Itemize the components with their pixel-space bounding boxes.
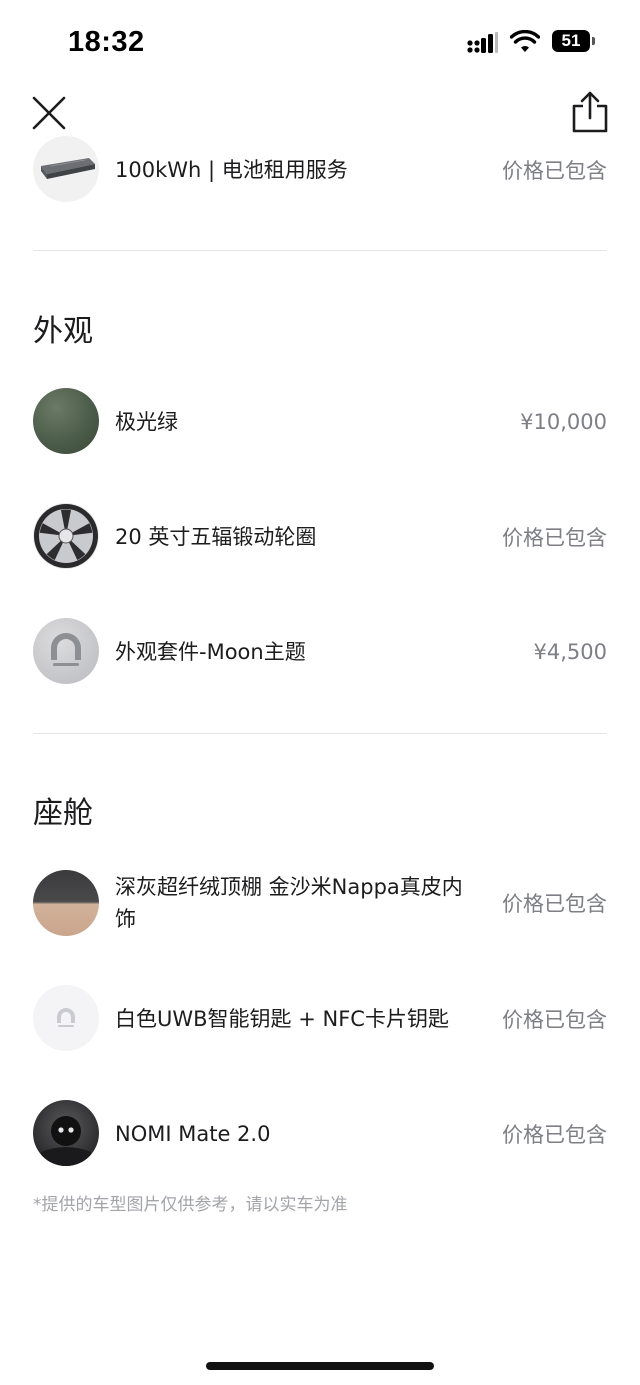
- option-name: 100kWh | 电池租用服务: [115, 158, 348, 182]
- option-row-nomi[interactable]: NOMI Mate 2.0 价格已包含: [33, 1100, 607, 1168]
- option-row-interior[interactable]: 深灰超纤绒顶棚 金沙米Nappa真皮内饰 价格已包含: [33, 870, 607, 936]
- option-price: 价格已包含: [502, 1123, 607, 1147]
- option-row-wheels[interactable]: 20 英寸五辐锻动轮圈 价格已包含: [33, 503, 607, 571]
- section-title-cabin: 座舱: [33, 796, 93, 831]
- option-price: 价格已包含: [502, 1008, 607, 1032]
- option-price: 价格已包含: [502, 526, 607, 550]
- home-indicator[interactable]: [206, 1362, 434, 1370]
- option-row-battery[interactable]: 100kWh | 电池租用服务 价格已包含: [33, 136, 607, 204]
- nomi-thumbnail: [33, 1100, 99, 1166]
- option-name: NOMI Mate 2.0: [115, 1122, 271, 1146]
- share-icon[interactable]: [570, 90, 610, 134]
- status-time: 18:32: [68, 26, 145, 58]
- option-name: 极光绿: [115, 410, 178, 434]
- wifi-icon: [510, 30, 540, 52]
- option-row-paint[interactable]: 极光绿 ¥10,000: [33, 388, 607, 456]
- option-name: 外观套件-Moon主题: [115, 640, 306, 664]
- section-divider: [33, 733, 607, 734]
- battery-level: 51: [552, 30, 590, 52]
- interior-swatch-thumbnail: [33, 870, 99, 936]
- option-row-key[interactable]: 白色UWB智能钥匙 + NFC卡片钥匙 价格已包含: [33, 985, 607, 1053]
- top-bar: [0, 84, 640, 144]
- option-name: 深灰超纤绒顶棚 金沙米Nappa真皮内饰: [115, 875, 463, 931]
- option-price: ¥4,500: [533, 640, 607, 664]
- paint-swatch-thumbnail: [33, 388, 99, 454]
- cellular-signal-icon: [467, 32, 498, 53]
- option-price: 价格已包含: [502, 159, 607, 183]
- option-name: 20 英寸五辐锻动轮圈: [115, 525, 317, 549]
- option-price: ¥10,000: [520, 410, 607, 434]
- option-name: 白色UWB智能钥匙 + NFC卡片钥匙: [115, 1007, 449, 1031]
- moon-theme-thumbnail: [33, 618, 99, 684]
- close-icon[interactable]: [30, 94, 68, 132]
- section-divider: [33, 250, 607, 251]
- battery-pack-thumbnail: [33, 136, 99, 202]
- battery-icon: 51: [552, 30, 596, 54]
- section-title-exterior: 外观: [33, 314, 93, 349]
- wheel-thumbnail: [33, 503, 99, 569]
- key-thumbnail: [33, 985, 99, 1051]
- option-row-exterior-kit[interactable]: 外观套件-Moon主题 ¥4,500: [33, 618, 607, 686]
- status-bar: 18:32 51: [0, 0, 640, 84]
- option-price: 价格已包含: [502, 892, 607, 916]
- disclaimer-footnote: *提供的车型图片仅供参考，请以实车为准: [33, 1195, 348, 1215]
